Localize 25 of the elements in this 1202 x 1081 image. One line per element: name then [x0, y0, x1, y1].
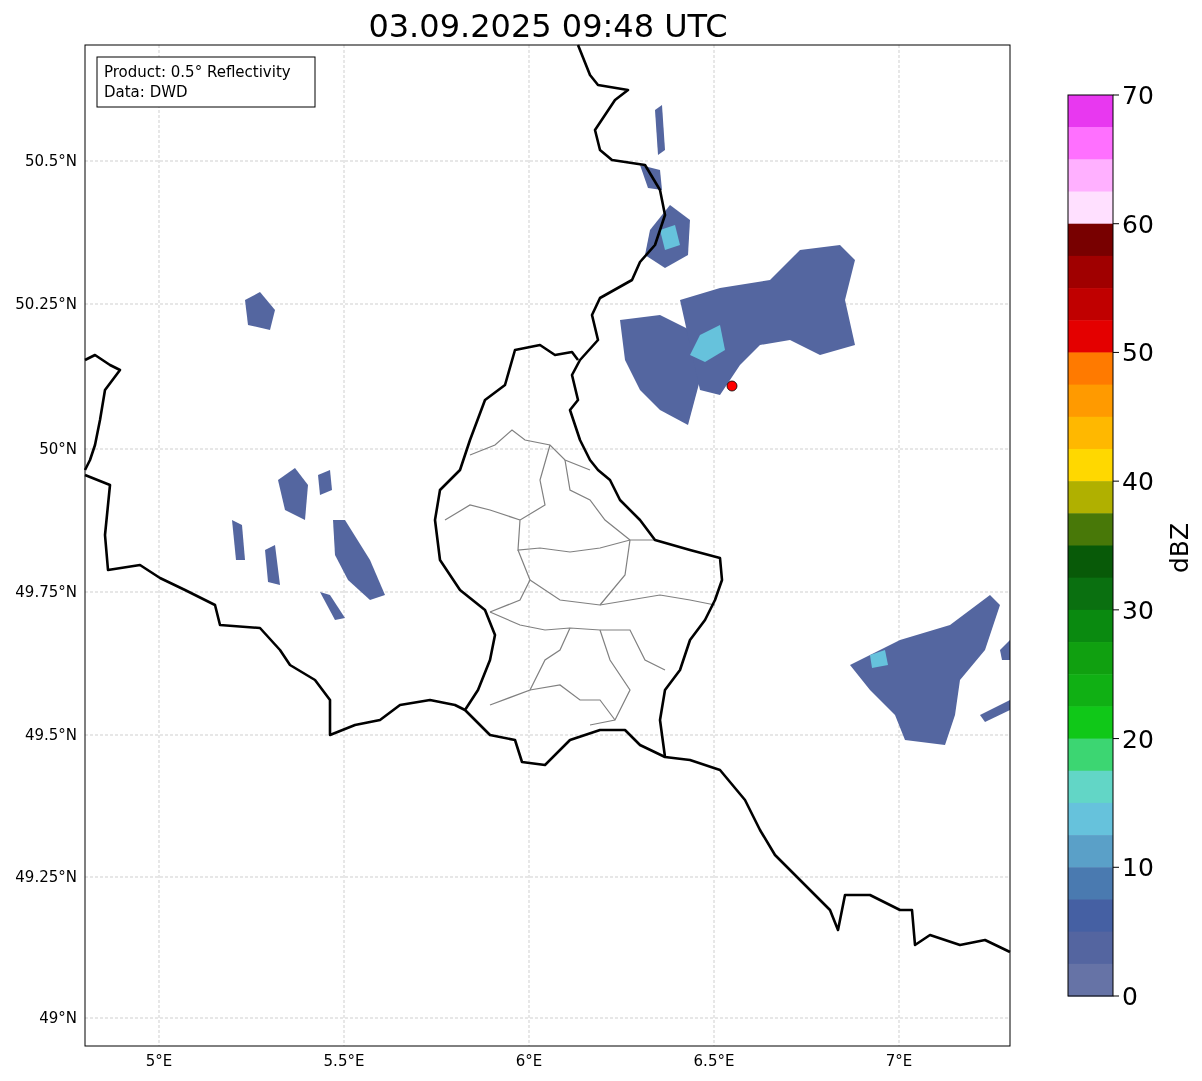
axis-tick-label: 6°E [515, 1052, 543, 1070]
axis-tick-label: 49.25°N [15, 868, 77, 886]
colorbar-tick-label: 40 [1122, 467, 1154, 497]
axis-tick-label: 50°N [39, 440, 77, 458]
radar-site-marker [726, 380, 738, 392]
colorbar-tick-label: 30 [1122, 595, 1154, 625]
legend-text: Product: 0.5° Reflectivity [104, 63, 291, 81]
colorbar-tick-label: 70 [1122, 81, 1154, 110]
axis-tick-label: 6.5°E [693, 1052, 735, 1070]
axis-tick-label: 50.25°N [15, 295, 77, 313]
axis-tick-label: 5°E [145, 1052, 173, 1070]
axis-tick-label: 49.5°N [24, 726, 77, 744]
colorbar-tick-label: 0 [1122, 982, 1138, 1011]
axis-tick-label: 49°N [39, 1009, 77, 1027]
axis-tick-label: 50.5°N [24, 152, 77, 170]
axis-tick-label: 49.75°N [15, 583, 77, 601]
colorbar-tick-label: 20 [1122, 724, 1154, 754]
colorbar-tick-label: 60 [1122, 209, 1154, 239]
legend-text: Data: DWD [104, 83, 188, 101]
axis-tick-label: 5.5°E [323, 1052, 365, 1070]
colorbar-label: dBZ [1165, 522, 1194, 574]
colorbar-tick-label: 10 [1122, 853, 1154, 883]
colorbar-tick-label: 50 [1122, 338, 1154, 368]
axis-tick-label: 7°E [885, 1052, 913, 1070]
chart-title: 03.09.2025 09:48 UTC [368, 7, 728, 45]
